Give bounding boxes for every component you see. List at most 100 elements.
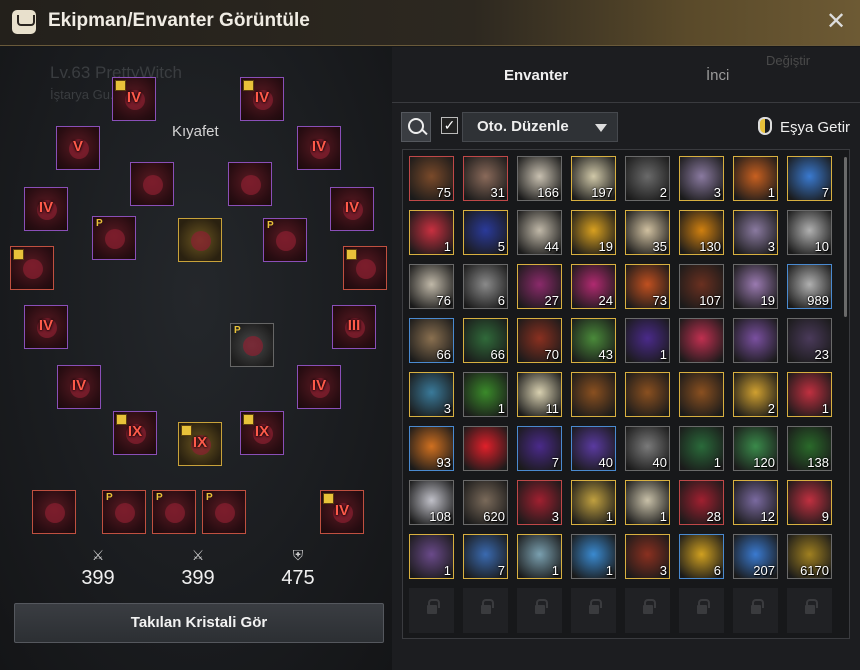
inventory-item[interactable]: 138 xyxy=(787,426,832,471)
inventory-item[interactable]: 73 xyxy=(625,264,670,309)
inventory-item[interactable]: 3 xyxy=(409,372,454,417)
inventory-item[interactable]: 7 xyxy=(787,156,832,201)
sort-dropdown[interactable]: Oto. Düzenle xyxy=(462,112,618,142)
inventory-item[interactable]: 1 xyxy=(625,318,670,363)
inventory-item[interactable]: 1 xyxy=(517,534,562,579)
equipment-slot[interactable]: P xyxy=(102,490,146,534)
inventory-item[interactable]: 7 xyxy=(463,534,508,579)
equipment-slot[interactable]: IX xyxy=(178,422,222,466)
inventory-item[interactable]: 3 xyxy=(733,210,778,255)
inventory-item[interactable]: 6 xyxy=(463,264,508,309)
equipment-slot[interactable]: IV xyxy=(297,126,341,170)
equipment-slot[interactable]: IV xyxy=(320,490,364,534)
inventory-item[interactable]: 66 xyxy=(409,318,454,363)
tab-change[interactable]: Değiştir xyxy=(766,53,810,68)
equipment-slot[interactable] xyxy=(343,246,387,290)
inventory-item[interactable]: 1 xyxy=(571,534,616,579)
inventory-item[interactable] xyxy=(679,318,724,363)
locked-slot[interactable] xyxy=(517,588,562,633)
locked-slot[interactable] xyxy=(571,588,616,633)
inventory-item[interactable]: 12 xyxy=(733,480,778,525)
inventory-item[interactable]: 44 xyxy=(517,210,562,255)
equipment-slot[interactable]: III xyxy=(332,305,376,349)
equipment-slot[interactable]: IX xyxy=(113,411,157,455)
inventory-item[interactable]: 7 xyxy=(517,426,562,471)
inventory-item[interactable]: 75 xyxy=(409,156,454,201)
equipment-slot[interactable]: P xyxy=(152,490,196,534)
inventory-item[interactable]: 2 xyxy=(733,372,778,417)
equipment-slot[interactable]: IV xyxy=(57,365,101,409)
inventory-item[interactable]: 23 xyxy=(787,318,832,363)
inventory-item[interactable]: 120 xyxy=(733,426,778,471)
inventory-item[interactable]: 130 xyxy=(679,210,724,255)
inventory-item[interactable]: 27 xyxy=(517,264,562,309)
inventory-item[interactable]: 1 xyxy=(625,480,670,525)
equipment-slot[interactable] xyxy=(10,246,54,290)
equipment-slot[interactable] xyxy=(228,162,272,206)
locked-slot[interactable] xyxy=(463,588,508,633)
inventory-item[interactable]: 620 xyxy=(463,480,508,525)
equipment-slot[interactable]: IV xyxy=(330,187,374,231)
inventory-item[interactable]: 1 xyxy=(787,372,832,417)
inventory-item[interactable]: 9 xyxy=(787,480,832,525)
locked-slot[interactable] xyxy=(409,588,454,633)
bring-items-button[interactable]: Eşya Getir xyxy=(780,119,850,136)
inventory-item[interactable]: 1 xyxy=(571,480,616,525)
view-crystals-button[interactable]: Takılan Kristali Gör xyxy=(14,603,384,643)
inventory-item[interactable]: 3 xyxy=(679,156,724,201)
inventory-item[interactable]: 1 xyxy=(463,372,508,417)
inventory-item[interactable]: 11 xyxy=(517,372,562,417)
equipment-slot[interactable] xyxy=(32,490,76,534)
inventory-item[interactable]: 207 xyxy=(733,534,778,579)
inventory-item[interactable] xyxy=(733,318,778,363)
inventory-item[interactable]: 6 xyxy=(679,534,724,579)
inventory-item[interactable]: 166 xyxy=(517,156,562,201)
equipment-slot[interactable]: IV xyxy=(24,305,68,349)
equipment-slot[interactable]: P xyxy=(230,323,274,367)
inventory-item[interactable]: 3 xyxy=(517,480,562,525)
locked-slot[interactable] xyxy=(679,588,724,633)
inventory-item[interactable]: 93 xyxy=(409,426,454,471)
inventory-scrollbar[interactable] xyxy=(844,157,847,317)
equipment-slot[interactable]: IV xyxy=(240,77,284,121)
inventory-item[interactable]: 40 xyxy=(625,426,670,471)
inventory-item[interactable]: 107 xyxy=(679,264,724,309)
inventory-item[interactable]: 19 xyxy=(571,210,616,255)
inventory-item[interactable]: 28 xyxy=(679,480,724,525)
equipment-slot[interactable]: IV xyxy=(297,365,341,409)
equipment-slot[interactable]: P xyxy=(263,218,307,262)
locked-slot[interactable] xyxy=(733,588,778,633)
equipment-slot[interactable]: P xyxy=(92,216,136,260)
inventory-item[interactable]: 19 xyxy=(733,264,778,309)
inventory-item[interactable]: 1 xyxy=(409,534,454,579)
inventory-item[interactable] xyxy=(625,372,670,417)
inventory-item[interactable]: 197 xyxy=(571,156,616,201)
inventory-item[interactable]: 40 xyxy=(571,426,616,471)
locked-slot[interactable] xyxy=(787,588,832,633)
inventory-item[interactable]: 10 xyxy=(787,210,832,255)
locked-slot[interactable] xyxy=(625,588,670,633)
equipment-slot[interactable]: IX xyxy=(240,411,284,455)
inventory-item[interactable]: 43 xyxy=(571,318,616,363)
inventory-item[interactable]: 5 xyxy=(463,210,508,255)
inventory-item[interactable]: 1 xyxy=(733,156,778,201)
equipment-slot[interactable]: V xyxy=(56,126,100,170)
inventory-item[interactable]: 108 xyxy=(409,480,454,525)
inventory-item[interactable] xyxy=(571,372,616,417)
tab-pearl[interactable]: İnci xyxy=(706,67,729,84)
inventory-item[interactable]: 66 xyxy=(463,318,508,363)
inventory-item[interactable]: 2 xyxy=(625,156,670,201)
inventory-item[interactable]: 1 xyxy=(679,426,724,471)
inventory-item[interactable] xyxy=(679,372,724,417)
equipment-slot[interactable]: P xyxy=(202,490,246,534)
equipment-slot[interactable]: IV xyxy=(24,187,68,231)
tab-inventory[interactable]: Envanter xyxy=(504,67,568,84)
inventory-item[interactable] xyxy=(463,426,508,471)
inventory-item[interactable]: 31 xyxy=(463,156,508,201)
inventory-item[interactable]: 3 xyxy=(625,534,670,579)
inventory-item[interactable]: 6170 xyxy=(787,534,832,579)
equipment-slot[interactable]: IV xyxy=(112,77,156,121)
close-icon[interactable]: ✕ xyxy=(824,10,848,34)
inventory-item[interactable]: 70 xyxy=(517,318,562,363)
inventory-item[interactable]: 35 xyxy=(625,210,670,255)
